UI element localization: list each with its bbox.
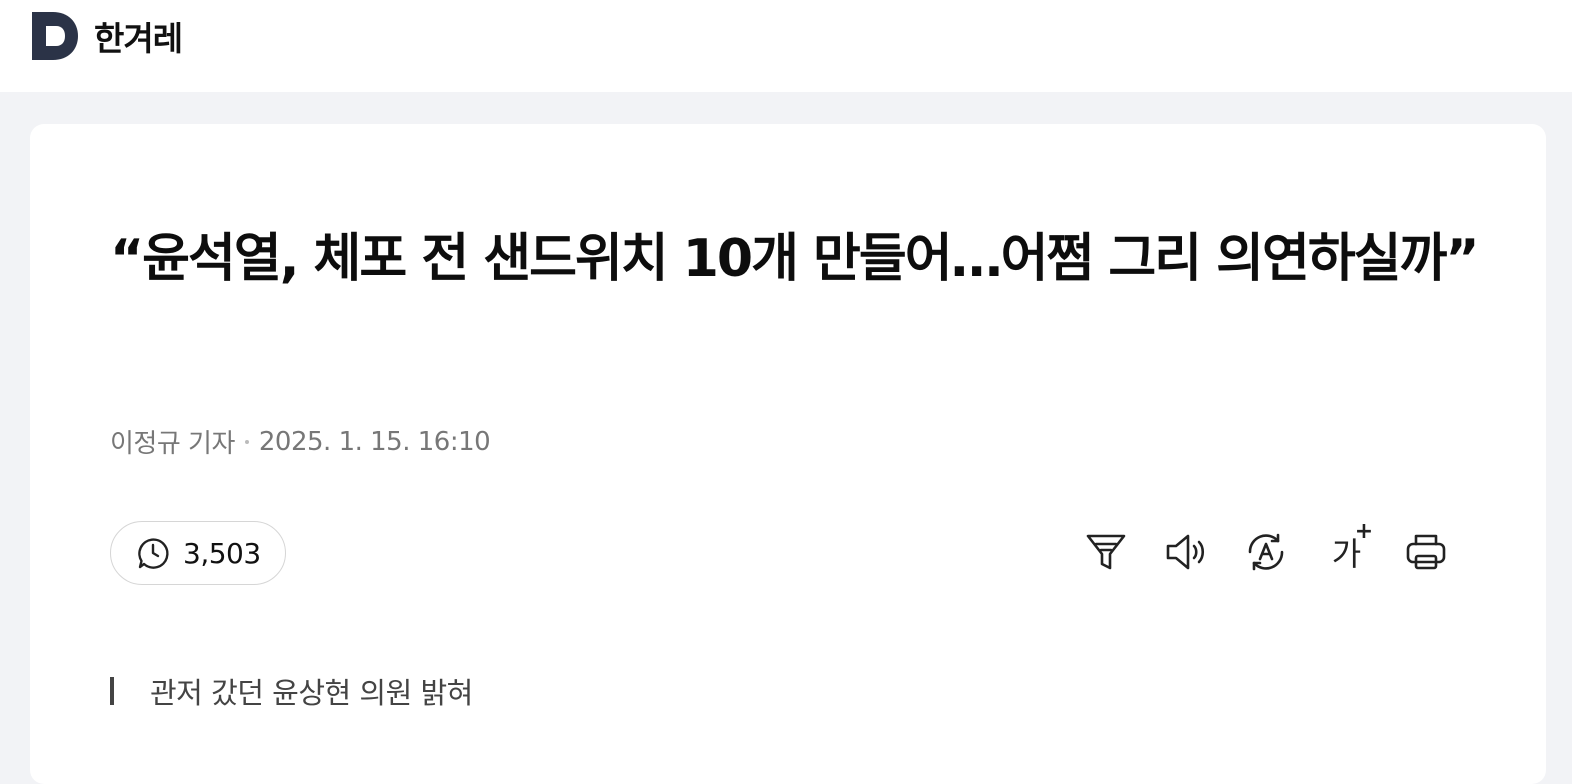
font-size-button[interactable]: 가 + (1322, 519, 1373, 576)
translate-button[interactable] (1242, 528, 1290, 576)
print-button[interactable] (1402, 528, 1450, 576)
comment-count: 3,503 (183, 536, 261, 570)
subheadline-text: 관저 갔던 윤상현 의원 밝혀 (150, 676, 473, 710)
filter-button[interactable] (1082, 528, 1130, 576)
brand-logo[interactable]: 한겨레 (32, 12, 183, 60)
top-bar: 한겨레 (0, 0, 1572, 92)
separator-dot (244, 439, 249, 444)
brand-name: 한겨레 (94, 19, 183, 58)
comment-button[interactable]: 3,503 (110, 521, 286, 585)
article-headline: “윤석열, 체포 전 샌드위치 10개 만들어…어쩜 그리 의연하실까” (110, 229, 1480, 289)
logo-d-icon (32, 12, 78, 60)
subheadline-bar (110, 677, 114, 705)
publish-datetime: 2025. 1. 15. 16:10 (258, 426, 491, 457)
author-name[interactable]: 이정규 기자 (110, 423, 235, 460)
speaker-icon (1166, 534, 1205, 570)
print-icon (1406, 534, 1446, 570)
translate-icon (1248, 533, 1284, 571)
subheadline: 관저 갔던 윤상현 의원 밝혀 (110, 674, 473, 710)
listen-button[interactable] (1162, 528, 1210, 576)
byline: 이정규 기자 2025. 1. 15. 16:10 (110, 423, 491, 460)
article-toolbar: 가 + (1050, 519, 1450, 576)
filter-icon (1086, 534, 1126, 570)
article-card: “윤석열, 체포 전 샌드위치 10개 만들어…어쩜 그리 의연하실까” 이정규… (30, 124, 1546, 784)
comment-clock-icon (138, 538, 169, 569)
font-size-icon: 가 + (1332, 519, 1373, 575)
font-size-plus: + (1354, 519, 1373, 544)
